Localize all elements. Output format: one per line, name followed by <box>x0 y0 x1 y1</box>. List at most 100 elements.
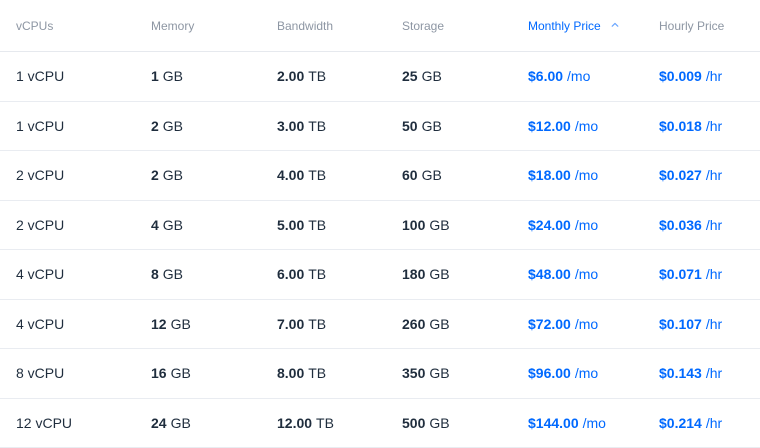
cell-bandwidth: 2.00 TB <box>277 52 326 101</box>
hourly-price-value: $0.009 <box>659 68 702 85</box>
cell-bandwidth: 3.00 TB <box>277 102 326 151</box>
memory-value: 24 <box>151 414 167 431</box>
column-header-storage[interactable]: Storage <box>402 0 444 52</box>
hourly-price-value: $0.214 <box>659 414 702 431</box>
cell-storage: 180 GB <box>402 250 450 299</box>
hourly-price-value: $0.071 <box>659 266 702 283</box>
column-header-monthly-price-label: Monthly Price <box>528 18 601 33</box>
monthly-price-unit: /mo <box>574 216 599 233</box>
storage-value: 260 <box>402 315 426 332</box>
storage-unit: GB <box>421 68 442 85</box>
hourly-price-value: $0.107 <box>659 315 702 332</box>
cell-vcpus: 12 vCPU <box>16 414 73 431</box>
hourly-price-value: $0.036 <box>659 216 702 233</box>
cell-hourly-price: $0.143/hr <box>659 349 722 398</box>
memory-value: 12 <box>151 315 167 332</box>
cell-vcpus: 2 vCPU <box>16 216 65 233</box>
cell-vcpus: 4 vCPU <box>16 315 65 332</box>
cell-memory: 8 GB <box>151 250 183 299</box>
table-row[interactable]: 2 vCPU 4 GB 5.00 TB 100 GB $24.00/mo $0.036/hr <box>0 201 760 250</box>
cell-storage: 100 GB <box>402 201 450 250</box>
bandwidth-unit: TB <box>308 266 327 283</box>
cell-bandwidth: 7.00 TB <box>277 300 326 349</box>
cell-hourly-price: $0.107/hr <box>659 300 722 349</box>
bandwidth-value: 5.00 <box>277 216 305 233</box>
cell-monthly-price: $6.00/mo <box>528 52 590 101</box>
cell-vcpus: 4 vCPU <box>16 266 65 283</box>
column-header-memory[interactable]: Memory <box>151 0 194 52</box>
cell-vcpus: 8 vCPU <box>16 365 65 382</box>
table-row[interactable]: 1 vCPU 1 GB 2.00 TB 25 GB $6.00/mo $0.009/hr <box>0 52 760 102</box>
storage-unit: GB <box>429 266 450 283</box>
cell-memory: 1 GB <box>151 52 183 101</box>
storage-value: 25 <box>402 68 418 85</box>
cell-memory: 16 GB <box>151 349 191 398</box>
table-row[interactable]: 8 vCPU 16 GB 8.00 TB 350 GB $96.00/mo $0.143/hr <box>0 349 760 399</box>
cell-memory: 4 GB <box>151 201 183 250</box>
storage-value: 50 <box>402 117 418 134</box>
cell-hourly-price: $0.027/hr <box>659 151 722 200</box>
cell-monthly-price: $96.00/mo <box>528 349 598 398</box>
cell-hourly-price: $0.036/hr <box>659 201 722 250</box>
table-row[interactable]: 1 vCPU 2 GB 3.00 TB 50 GB $12.00/mo $0.018/hr <box>0 102 760 151</box>
cell-monthly-price: $48.00/mo <box>528 250 598 299</box>
storage-unit: GB <box>421 167 442 184</box>
column-header-vcpus[interactable]: vCPUs <box>16 0 53 52</box>
cell-memory: 2 GB <box>151 102 183 151</box>
cell-vcpus: 1 vCPU <box>16 117 65 134</box>
column-header-hourly-price[interactable]: Hourly Price <box>659 0 724 52</box>
cell-hourly-price: $0.071/hr <box>659 250 722 299</box>
bandwidth-unit: TB <box>308 315 327 332</box>
table-row[interactable]: 4 vCPU 12 GB 7.00 TB 260 GB $72.00/mo $0.107/hr <box>0 300 760 349</box>
memory-value: 8 <box>151 266 159 283</box>
storage-value: 350 <box>402 365 426 382</box>
table-row[interactable]: 12 vCPU 24 GB 12.00 TB 500 GB $144.00/mo $0.214/… <box>0 399 760 448</box>
memory-unit: GB <box>170 414 191 431</box>
bandwidth-unit: TB <box>308 167 327 184</box>
cell-hourly-price: $0.018/hr <box>659 102 722 151</box>
hourly-price-unit: /hr <box>705 266 723 283</box>
bandwidth-unit: TB <box>308 68 327 85</box>
storage-value: 60 <box>402 167 418 184</box>
column-header-monthly-price[interactable]: Monthly Price <box>528 0 619 52</box>
memory-value: 2 <box>151 167 159 184</box>
cell-vcpus: 2 vCPU <box>16 167 65 184</box>
monthly-price-value: $96.00 <box>528 365 571 382</box>
monthly-price-value: $18.00 <box>528 167 571 184</box>
column-header-bandwidth[interactable]: Bandwidth <box>277 0 333 52</box>
cell-vcpus: 1 vCPU <box>16 68 65 85</box>
cell-monthly-price: $144.00/mo <box>528 399 606 448</box>
hourly-price-unit: /hr <box>705 216 723 233</box>
cell-bandwidth: 12.00 TB <box>277 399 334 448</box>
cell-hourly-price: $0.009/hr <box>659 52 722 101</box>
cell-bandwidth: 8.00 TB <box>277 349 326 398</box>
cell-storage: 60 GB <box>402 151 442 200</box>
memory-unit: GB <box>162 117 184 134</box>
cell-hourly-price: $0.214/hr <box>659 399 722 448</box>
memory-unit: GB <box>170 365 191 382</box>
memory-unit: GB <box>162 167 184 184</box>
monthly-price-value: $144.00 <box>528 414 579 431</box>
cell-storage: 500 GB <box>402 399 450 448</box>
table-row[interactable]: 2 vCPU 2 GB 4.00 TB 60 GB $18.00/mo $0.027/hr <box>0 151 760 201</box>
monthly-price-unit: /mo <box>567 68 591 85</box>
memory-value: 4 <box>151 216 159 233</box>
memory-value: 2 <box>151 117 159 134</box>
bandwidth-unit: TB <box>308 365 327 382</box>
table-row[interactable]: 4 vCPU 8 GB 6.00 TB 180 GB $48.00/mo $0.071/hr <box>0 250 760 300</box>
monthly-price-value: $72.00 <box>528 315 571 332</box>
storage-unit: GB <box>429 365 450 382</box>
bandwidth-value: 3.00 <box>277 117 305 134</box>
hourly-price-unit: /hr <box>705 365 723 382</box>
hourly-price-value: $0.143 <box>659 365 702 382</box>
monthly-price-unit: /mo <box>574 117 599 134</box>
sort-icon[interactable] <box>611 21 619 29</box>
hourly-price-value: $0.018 <box>659 117 702 134</box>
monthly-price-unit: /mo <box>574 266 599 283</box>
cell-monthly-price: $12.00/mo <box>528 102 598 151</box>
bandwidth-value: 4.00 <box>277 167 305 184</box>
bandwidth-value: 8.00 <box>277 365 305 382</box>
memory-unit: GB <box>162 68 184 85</box>
hourly-price-unit: /hr <box>705 414 723 431</box>
monthly-price-value: $6.00 <box>528 68 564 85</box>
